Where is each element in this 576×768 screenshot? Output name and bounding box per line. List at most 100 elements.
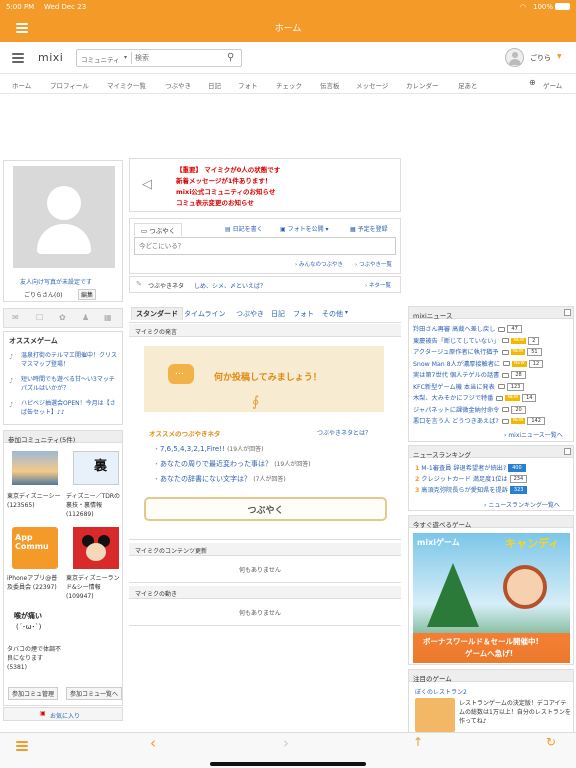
status-bar: 5:00 PM Wed Dec 23 ◠ 100%: [0, 0, 576, 14]
tab-diary[interactable]: 日記: [271, 309, 285, 319]
news-item[interactable]: 羚田さん再審 高裁へ差し戻し 47: [413, 324, 573, 334]
news-item[interactable]: 東慶被告「断じてしていない」 NEW 2: [413, 336, 573, 346]
tab-tweets[interactable]: つぶやき: [236, 309, 264, 319]
news-item[interactable]: 実は第7世代 個人テゲルの話書 28: [413, 370, 573, 380]
community-name-5[interactable]: タバコの煙で体調不良になります (5381): [7, 645, 63, 672]
footprint-icon[interactable]: ✉: [12, 313, 19, 322]
search-scope-select[interactable]: コミュニティ: [81, 54, 120, 64]
tweet-composer: ▭ つぶやく ▤ 日記を書く ▣ フォトを公開 ▾ ▦ 予定を登録 › みんなの…: [129, 218, 401, 274]
nav-messages[interactable]: メッセージ: [356, 80, 388, 90]
community-thumb-mickey[interactable]: [73, 527, 119, 569]
nav-tweets[interactable]: つぶやき: [165, 80, 191, 90]
post-banner[interactable]: … 何か投稿してみましょう！: [144, 346, 384, 412]
community-thumb-smoke[interactable]: 喉が痛い (´･ω･`): [12, 609, 58, 639]
tweet-list-link[interactable]: › つぶやき一覧: [355, 260, 392, 268]
news-item[interactable]: 木梨、大みそかにフジで特番 NEW 14: [413, 393, 573, 403]
notice-3[interactable]: mixi公式コミュニティのお知らせ: [176, 187, 280, 198]
nav-mymixi-list[interactable]: マイミク一覧: [107, 80, 146, 90]
profile-photo-placeholder[interactable]: [13, 166, 115, 268]
community-name-4[interactable]: 東京ディズニーランド&シー情報 (109947): [66, 574, 124, 601]
new-badge: NEW: [511, 337, 527, 344]
search-icon[interactable]: ⚲: [227, 52, 234, 63]
featured-game-thumb[interactable]: [415, 698, 455, 732]
nav-footprints[interactable]: 足あと: [458, 80, 478, 90]
game-item-2[interactable]: 短い時間でも遊べる甘〜い3マッチパズルはいかが？: [21, 375, 119, 393]
nav-home[interactable]: ホーム: [12, 80, 31, 90]
news-item[interactable]: KFC新型ゲーム機 本当に発表 123: [413, 382, 573, 392]
reload-icon[interactable]: ↻: [546, 735, 556, 749]
collapse-icon[interactable]: [564, 448, 571, 455]
tab-photo[interactable]: フォト: [293, 309, 314, 319]
nav-check[interactable]: チェック: [276, 80, 302, 90]
photo-settings-link[interactable]: 友人向け写真が未設定です: [20, 277, 92, 286]
comment-count: 142: [527, 417, 545, 425]
avatar[interactable]: [505, 48, 524, 67]
forward-icon[interactable]: ›: [283, 734, 289, 752]
list-item: ・7,6,5,4,3,2,1,Fire!! (19人が回答): [153, 445, 264, 453]
all-tweets-link[interactable]: › みんなのつぶやき: [295, 260, 343, 268]
notice-1[interactable]: 【重要】 マイミクが0人の状態です: [176, 165, 280, 176]
nav-profile[interactable]: プロフィール: [50, 80, 89, 90]
news-item[interactable]: ジャパネットに課徴金納付命令 20: [413, 405, 573, 415]
mixi-logo[interactable]: mixi: [38, 51, 63, 64]
add-schedule-link[interactable]: ▦ 予定を登録: [350, 224, 388, 233]
back-icon[interactable]: ‹: [150, 734, 156, 752]
grid-icon[interactable]: ▦: [104, 313, 112, 322]
tab-tweet[interactable]: ▭ つぶやく: [134, 223, 183, 236]
scroll-top-icon[interactable]: ↑: [413, 735, 423, 749]
user-menu-chevron-icon[interactable]: ▼: [557, 53, 562, 60]
news-item[interactable]: アクタージュ原作者に執行猶予 NEW 51: [413, 347, 573, 357]
search-input[interactable]: [135, 52, 223, 64]
comment-count: 28: [511, 371, 526, 379]
game-banner[interactable]: mixiゲーム キャンディ ボーナスワールド＆セール開催中! ゲームへ急げ!: [413, 533, 570, 663]
tab-timeline[interactable]: タイムライン: [184, 309, 226, 319]
community-name-2[interactable]: ディズニー／TDRの裏技・裏情報 (112689): [66, 492, 124, 519]
news-item[interactable]: 悪口を言う人 どうつきあえば? NEW 142: [413, 416, 573, 426]
featured-title: 注目のゲーム: [409, 670, 573, 683]
mixi-header: mixi コミュニティ ▾ ⚲ ごりら ▼: [0, 42, 576, 74]
message-icon[interactable]: ☐: [36, 313, 43, 322]
nav-calendar[interactable]: カレンダー: [406, 80, 439, 90]
community-thumb-disneysea[interactable]: [12, 451, 58, 485]
notice-4[interactable]: コミュ表示変更のお知らせ: [176, 198, 280, 209]
collapse-icon[interactable]: [564, 309, 571, 316]
neta-what-link[interactable]: つぶやきネタとは？: [317, 428, 371, 437]
user-name[interactable]: ごりら: [530, 53, 551, 63]
community-list-button[interactable]: 参加コミュ一覧へ: [66, 687, 122, 700]
community-manage-button[interactable]: 参加コミュ管理: [8, 687, 59, 700]
tweet-input[interactable]: [134, 237, 396, 255]
paw-icon[interactable]: ✿: [59, 313, 66, 322]
tab-other[interactable]: その他: [322, 309, 343, 319]
notice-2[interactable]: 新着メッセージが1件あります！: [176, 176, 280, 187]
list-item[interactable]: 1 M-1審査員 辞退希望者が続出? 400: [415, 463, 527, 474]
game-item-3[interactable]: ハピベジ抽選会OPEN！今月は【さば缶セット】♪♪: [21, 399, 119, 417]
neta-text[interactable]: しめ、シメ、〆といえば？: [194, 281, 266, 290]
ranking-more-link[interactable]: › ニュースランキング一覧へ: [484, 500, 560, 509]
friends-icon[interactable]: ♟: [82, 313, 89, 322]
site-menu-icon[interactable]: [12, 53, 24, 63]
news-item[interactable]: Snow Man 8人が濃厚接触者に NEW 12: [413, 359, 573, 369]
news-title: mixiニュース: [409, 307, 573, 320]
community-thumb-ura[interactable]: 裏: [73, 451, 119, 485]
menu-icon[interactable]: [16, 741, 28, 751]
favorites-link[interactable]: お気に入り: [50, 711, 80, 720]
edit-profile-button[interactable]: 編集: [78, 289, 97, 300]
nav-board[interactable]: 伝言板: [320, 80, 340, 90]
write-diary-link[interactable]: ▤ 日記を書く: [225, 224, 263, 233]
list-item[interactable]: 3 高須克弥院長らが愛知県を提訴 323: [415, 485, 528, 496]
list-item[interactable]: 2 クレジットカード 満足度1位は 234: [415, 474, 528, 485]
nav-diary[interactable]: 日記: [208, 80, 221, 90]
tab-standard[interactable]: スタンダード: [131, 307, 183, 320]
news-more-link[interactable]: › mixiニュース一覧へ: [504, 430, 563, 439]
comment-count: 51: [527, 348, 542, 356]
community-name-3[interactable]: iPhoneアプリ@普及委員会 (22397): [7, 574, 63, 592]
featured-game-name[interactable]: ぼくのレストラン2: [415, 687, 467, 696]
community-name-1[interactable]: 東京ディズニーシー (123565): [7, 492, 63, 510]
tweet-button[interactable]: つぶやく: [144, 497, 387, 521]
community-thumb-appcommu[interactable]: App Commu: [12, 527, 58, 569]
neta-list-link[interactable]: › ネタ一覧: [365, 281, 391, 289]
game-item-1[interactable]: 温泉打街のテルマエ開催中！クリスマスマップ登場！: [21, 351, 119, 369]
publish-photo-link[interactable]: ▣ フォトを公開 ▾: [280, 224, 329, 233]
nav-game[interactable]: ゲーム: [543, 80, 562, 90]
nav-photo[interactable]: フォト: [238, 80, 258, 90]
